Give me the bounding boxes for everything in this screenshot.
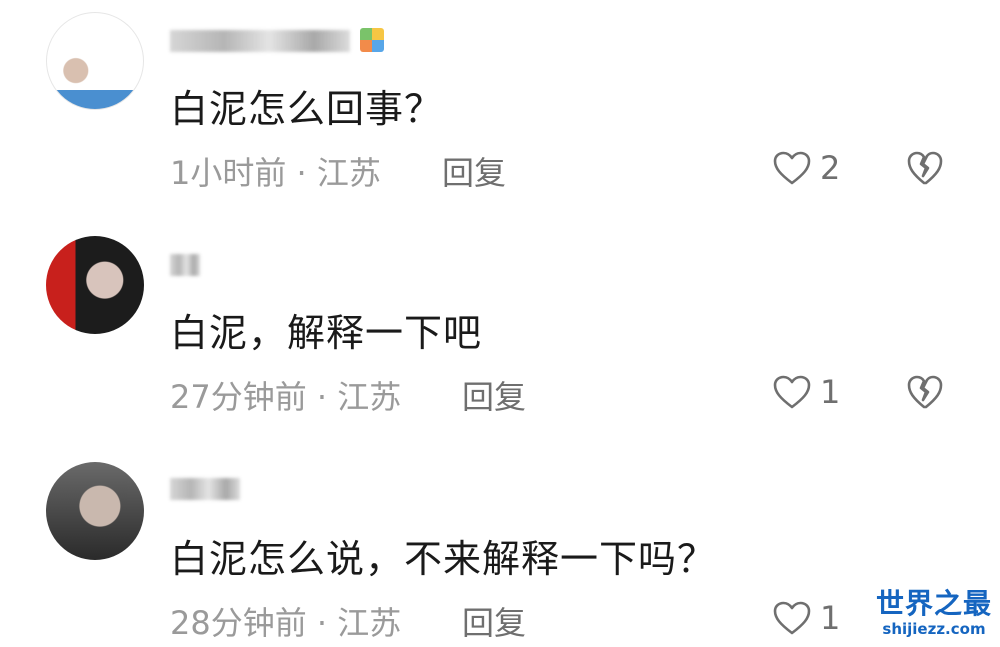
broken-heart-icon[interactable] <box>906 374 944 410</box>
comment-time-location: 28分钟前 · 江苏 <box>170 604 402 642</box>
heart-outline-icon <box>773 601 811 635</box>
like-button[interactable]: 1 <box>772 372 840 412</box>
reply-button[interactable]: 回复 <box>462 598 526 644</box>
username-blurred[interactable] <box>170 254 200 276</box>
comment-text: 白泥怎么说，不来解释一下吗？ <box>170 537 717 581</box>
comment-time-location: 27分钟前 · 江苏 <box>170 378 402 416</box>
watermark-logo: 世界之最 shijiezz.com <box>872 587 996 639</box>
like-count: 1 <box>820 373 841 411</box>
heart-outline-icon <box>773 375 811 409</box>
like-count: 1 <box>820 599 841 637</box>
avatar[interactable] <box>46 462 144 560</box>
watermark-url: shijiezz.com <box>882 620 986 638</box>
comment-text: 白泥，解释一下吧 <box>170 311 483 355</box>
like-button[interactable]: 1 <box>772 598 840 638</box>
username-blurred[interactable] <box>170 478 240 500</box>
watermark-title: 世界之最 <box>875 587 992 620</box>
reply-button[interactable]: 回复 <box>462 372 526 418</box>
avatar[interactable] <box>46 236 144 334</box>
comment-item: 白泥怎么说，不来解释一下吗？ 28分钟前 · 江苏 回复 1 <box>0 0 1000 642</box>
